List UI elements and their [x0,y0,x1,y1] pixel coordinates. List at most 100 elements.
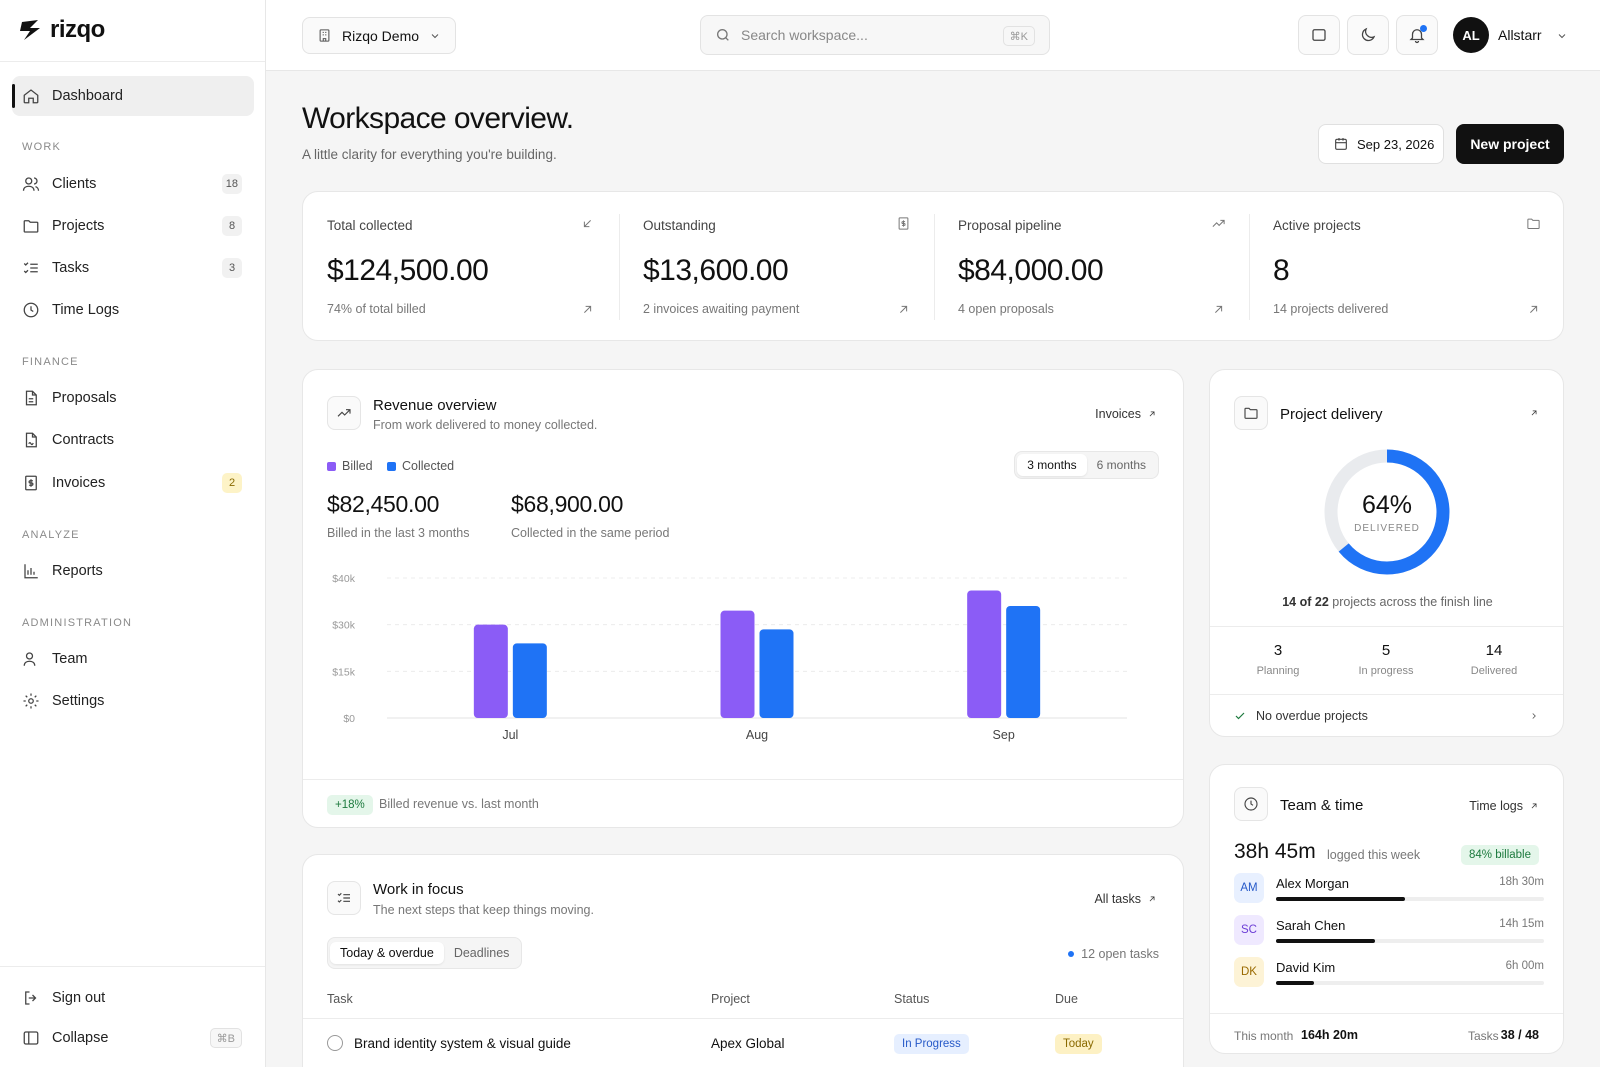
link-label: Invoices [1095,407,1141,421]
x-tick-label: Aug [746,728,768,742]
stat-footnote: 74% of total billed [327,302,426,316]
divider [303,779,1183,780]
collapse-label: Collapse [52,1030,109,1046]
sidebar-item-reports[interactable]: Reports [12,551,254,591]
new-project-button[interactable]: New project [1456,124,1564,164]
sidebar-item-tasks[interactable]: Tasks 3 [12,248,254,288]
time-logs-link[interactable]: Time logs [1469,799,1539,813]
clock-icon [23,302,39,318]
stat-planning: 3 Planning [1228,642,1328,677]
sidebar-item-label: Contracts [52,432,115,448]
sidebar-item-dashboard[interactable]: Dashboard [12,76,254,116]
bar-collected-aug [759,629,794,718]
sidebar-item-label: Tasks [52,260,90,276]
trending-up-icon [327,396,361,430]
x-tick-label: Jul [502,728,518,742]
brand-name: rizqo [50,16,105,43]
y-tick-label: $15k [332,666,356,678]
chevron-down-icon[interactable] [1556,30,1568,42]
range-option-6-months[interactable]: 6 months [1087,454,1156,476]
billable-badge: 84% billable [1460,845,1539,865]
legend-swatch [387,461,396,471]
sidebar-item-projects[interactable]: Projects 8 [12,206,254,246]
notifications-button[interactable] [1396,15,1438,55]
range-option-3-months[interactable]: 3 months [1017,454,1087,476]
link-label: All tasks [1094,892,1141,906]
brand-logo[interactable]: rizqo [18,16,105,44]
trending-up-icon [1211,216,1226,234]
member-hours: 18h 30m [1499,876,1544,888]
search-icon [717,29,729,41]
member-name: Alex Morgan [1276,876,1349,891]
y-tick-label: $40k [332,573,356,585]
member-hours-bar [1276,981,1544,985]
team-time-card: Team & time Time logs 38h 45m logged thi… [1209,764,1564,1054]
collapse-button[interactable]: Collapse ⌘B [12,1018,254,1058]
layout-toggle-button[interactable] [1298,15,1340,55]
arrow-up-right-icon [1149,896,1155,902]
avatar[interactable]: AL [1453,17,1489,53]
member-hours-fill [1276,939,1376,943]
revenue-bar-chart: $0 $15k $30k $40k Jul Aug Sep [332,573,1127,742]
tab-today-overdue[interactable]: Today & overdue [330,942,444,964]
tab-deadlines[interactable]: Deadlines [444,942,520,964]
invoice-icon [896,216,911,234]
date-picker-button[interactable]: Sep 23, 2026 [1318,124,1444,164]
sidebar-item-label: Reports [52,563,103,579]
stat-total-collected[interactable]: Total collected $124,500.00 74% of total… [303,192,619,340]
arrow-up-right-icon [1531,410,1537,416]
table-row[interactable]: Brand identity system & visual guide Ape… [303,1019,1183,1067]
delivery-summary: 14 of 22 projects across the finish line [1210,595,1565,609]
sidebar-item-contracts[interactable]: Contracts [12,420,254,460]
user-name[interactable]: Allstarr [1498,27,1542,43]
legend-collected: Collected [387,459,454,473]
stat-active-projects[interactable]: Active projects 8 14 projects delivered [1249,192,1565,340]
stat-value: 8 [1273,254,1290,287]
project-delivery-card: Project delivery 64% DELIVERED 14 of 22 … [1209,369,1564,737]
member-avatar: AM [1234,873,1264,903]
overdue-status-row[interactable]: No overdue projects [1234,704,1539,728]
workspace-switcher[interactable]: Rizqo Demo [302,17,456,54]
card-title: Work in focus [373,881,464,898]
divider [1210,626,1563,627]
card-title: Team & time [1280,797,1364,814]
team-member-row[interactable]: SC Sarah Chen 14h 15m [1234,915,1544,949]
delivered-percent: 64% [1361,491,1413,519]
billed-note: Billed in the last 3 months [327,526,470,540]
stat-outstanding[interactable]: Outstanding $13,600.00 2 invoices awaiti… [619,192,935,340]
folder-icon [23,220,39,233]
arrow-up-right-icon [1526,302,1541,320]
section-label-analyze: ANALYZE [22,529,80,541]
invoices-link[interactable]: Invoices [1095,407,1157,421]
card-subtitle: From work delivered to money collected. [373,418,598,432]
member-hours-fill [1276,981,1314,985]
search-input[interactable]: Search workspace... ⌘K [700,15,1050,55]
revenue-overview-card: Revenue overview From work delivered to … [302,369,1184,828]
sidebar-item-settings[interactable]: Settings [12,681,254,721]
page-title: Workspace overview. [302,102,574,135]
topbar: Rizqo Demo Search workspace... ⌘K AL All… [266,0,1600,71]
stat-label: In progress [1358,665,1414,677]
sidebar-item-team[interactable]: Team [12,639,254,679]
summary-text: projects across the finish line [1332,595,1493,609]
status-badge: In Progress [894,1034,969,1054]
team-member-row[interactable]: DK David Kim 6h 00m [1234,957,1544,991]
sidebar-item-invoices[interactable]: Invoices 2 [12,463,254,503]
all-tasks-link[interactable]: All tasks [1094,892,1157,906]
sidebar-item-label: Time Logs [52,302,120,318]
folder-icon [1526,216,1541,234]
stat-proposal-pipeline[interactable]: Proposal pipeline $84,000.00 4 open prop… [934,192,1250,340]
sidebar-item-time-logs[interactable]: Time Logs [12,290,254,330]
sidebar-item-clients[interactable]: Clients 18 [12,164,254,204]
team-member-row[interactable]: AM Alex Morgan 18h 30m [1234,873,1544,907]
sign-out-button[interactable]: Sign out [12,978,254,1018]
open-delivery-link[interactable] [1529,406,1539,421]
sidebar-item-proposals[interactable]: Proposals [12,378,254,418]
stat-value: 3 [1273,642,1283,659]
arrow-up-right-icon [580,302,595,320]
checklist-icon [327,881,361,915]
task-checkbox[interactable] [327,1035,343,1051]
sidebar-collapse-icon [23,1031,39,1045]
notification-dot [1420,25,1427,32]
theme-toggle-button[interactable] [1347,15,1389,55]
